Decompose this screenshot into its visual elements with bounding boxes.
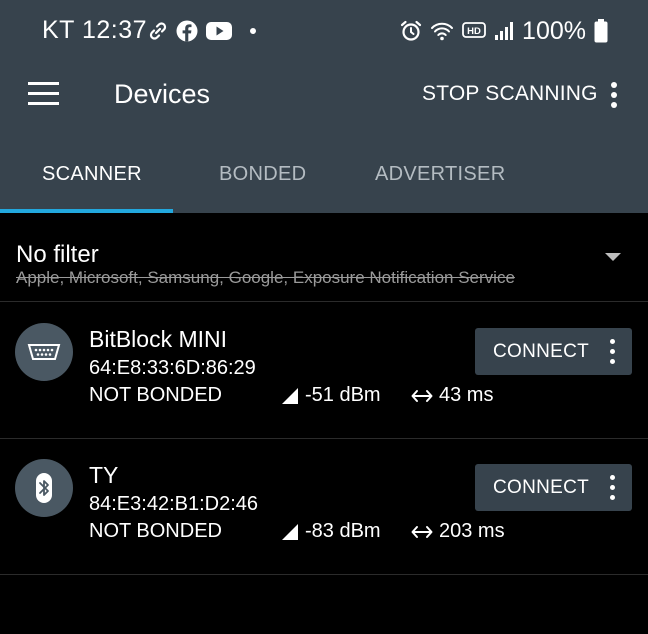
filter-excluded-list: Apple, Microsoft, Samsung, Google, Expos… [16, 268, 515, 287]
rssi-value: -83 dBm [305, 520, 381, 542]
device-row[interactable]: TY 84:E3:42:B1:D2:46 NOT BONDED -83 dBm … [0, 438, 648, 575]
interval-value: 203 ms [439, 520, 505, 542]
device-name: TY [89, 462, 119, 488]
page-title: Devices [114, 79, 211, 109]
device-rssi: -83 dBm [281, 520, 381, 543]
device-bond-state: NOT BONDED [89, 384, 222, 406]
tab-scanner[interactable]: SCANNER [42, 163, 142, 186]
device-row[interactable]: BitBlock MINI 64:E8:33:6D:86:29 NOT BOND… [0, 302, 648, 439]
device-interval: 43 ms [411, 384, 493, 407]
battery-percentage: 100% [522, 16, 586, 45]
stop-scanning-button[interactable]: STOP SCANNING [422, 82, 598, 106]
connect-label: CONNECT [493, 341, 590, 362]
menu-icon[interactable] [28, 82, 60, 106]
tab-advertiser[interactable]: ADVERTISER [375, 163, 505, 186]
status-notification-icons [148, 18, 256, 44]
overflow-menu-icon[interactable] [604, 80, 624, 110]
youtube-icon [206, 22, 232, 40]
connect-button[interactable]: CONNECT [475, 328, 632, 375]
interval-value: 43 ms [439, 384, 494, 406]
signal-icon [495, 22, 514, 40]
status-time: KT 12:37 [42, 16, 148, 44]
device-name: BitBlock MINI [89, 326, 228, 352]
device-interval: 203 ms [411, 520, 505, 543]
device-rssi: -51 dBm [281, 384, 381, 407]
svg-text:HD: HD [467, 26, 481, 37]
signal-strength-icon [282, 387, 298, 404]
hd-icon: HD [462, 22, 486, 38]
dropdown-arrow-icon[interactable] [605, 253, 621, 261]
bluetooth-icon [36, 473, 52, 503]
tab-bonded[interactable]: BONDED [219, 163, 306, 186]
link-icon [149, 22, 167, 40]
device-address: 84:E3:42:B1:D2:46 [89, 493, 259, 515]
device-more-icon[interactable] [605, 473, 621, 503]
serial-port-icon [27, 344, 61, 360]
device-bond-state: NOT BONDED [89, 520, 222, 542]
connect-button[interactable]: CONNECT [475, 464, 632, 511]
interval-arrows-icon [411, 389, 433, 402]
status-bar: KT 12:37 HD 100% [0, 0, 648, 62]
signal-strength-icon [282, 523, 298, 540]
device-icon-circle [15, 323, 73, 381]
battery-icon [594, 19, 608, 43]
alarm-icon [400, 20, 422, 41]
wifi-icon [431, 22, 454, 41]
filter-title: No filter [16, 241, 99, 268]
app-bar: Devices STOP SCANNING [0, 62, 648, 126]
device-address: 64:E8:33:6D:86:29 [89, 357, 256, 379]
connect-label: CONNECT [493, 477, 590, 498]
rssi-value: -51 dBm [305, 384, 381, 406]
status-system-icons: HD 100% [400, 16, 608, 46]
tab-bar: SCANNER BONDED ADVERTISER [0, 147, 648, 213]
device-more-icon[interactable] [605, 337, 621, 367]
notification-dot-icon [250, 28, 256, 34]
filter-dropdown[interactable]: No filter Apple, Microsoft, Samsung, Goo… [0, 213, 648, 302]
interval-arrows-icon [411, 525, 433, 538]
device-icon-circle [15, 459, 73, 517]
top-app-area: KT 12:37 HD 100% Devices STOP SCANNING S… [0, 0, 648, 213]
facebook-icon [176, 20, 198, 42]
